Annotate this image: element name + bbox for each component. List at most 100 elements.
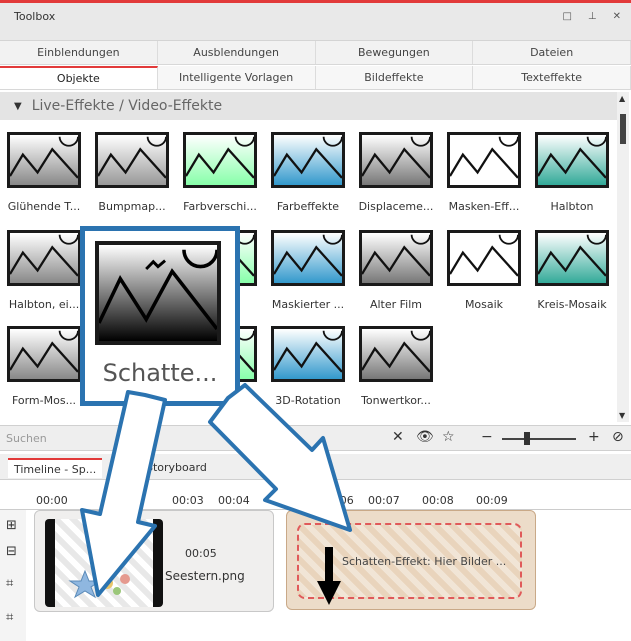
clear-search-icon[interactable]: ✕ bbox=[392, 429, 404, 445]
zoom-slider-track[interactable] bbox=[502, 438, 576, 440]
effect-tile[interactable]: Alter Film bbox=[352, 226, 440, 326]
close-icon[interactable]: ✕ bbox=[613, 11, 621, 22]
timeline-track: 00:05 Seestern.png Schatten-Effekt: Hier… bbox=[26, 510, 631, 641]
ruler-tick: 00:09 bbox=[476, 494, 508, 507]
drag-preview-label: Schatte... bbox=[102, 359, 218, 387]
section-header[interactable]: ▼ Live-Effekte / Video-Effekte bbox=[0, 92, 618, 120]
effect-tile[interactable]: Bumpmap... bbox=[88, 128, 176, 228]
effect-label: Halbton bbox=[550, 200, 594, 213]
effects-scrollbar[interactable]: ▲ ▼ bbox=[617, 92, 629, 422]
zoom-out-icon[interactable]: − bbox=[481, 429, 493, 445]
split-icon[interactable]: ⊟ bbox=[6, 544, 17, 559]
effect-clip[interactable]: Schatten-Effekt: Hier Bilder ... bbox=[286, 510, 536, 610]
toolbox-title: Toolbox bbox=[14, 10, 56, 23]
fit-icon[interactable]: ⌗ bbox=[6, 576, 13, 591]
effect-label: 3D-Rotation bbox=[275, 394, 341, 407]
ruler-tick: 00:00 bbox=[36, 494, 68, 507]
effect-tile[interactable]: Mosaik bbox=[440, 226, 528, 326]
effect-tile[interactable]: Displaceme... bbox=[352, 128, 440, 228]
effect-thumbnail bbox=[359, 230, 433, 286]
ruler-tick: 00:03 bbox=[172, 494, 204, 507]
effect-tile[interactable]: Farbverschi... bbox=[176, 128, 264, 228]
effect-thumbnail bbox=[535, 230, 609, 286]
tab-texteffekte[interactable]: Texteffekte bbox=[473, 66, 631, 89]
scroll-thumb[interactable] bbox=[620, 114, 626, 144]
ruler-tick: 00:08 bbox=[422, 494, 454, 507]
effect-thumbnail bbox=[95, 132, 169, 188]
effect-tile[interactable]: Kreis-Mosaik bbox=[528, 226, 616, 326]
image-clip[interactable]: 00:05 Seestern.png bbox=[34, 510, 274, 612]
zoom-fit-icon[interactable]: ⌗ bbox=[6, 610, 13, 625]
effect-clip-label: Schatten-Effekt: Hier Bilder ... bbox=[342, 555, 507, 568]
effect-label: Mosaik bbox=[464, 298, 504, 311]
tab-einblendungen[interactable]: Einblendungen bbox=[0, 41, 158, 64]
drag-preview-thumbnail bbox=[95, 241, 221, 345]
effect-label: Alter Film bbox=[369, 298, 423, 311]
effect-thumbnail bbox=[183, 132, 257, 188]
effect-thumbnail bbox=[447, 132, 521, 188]
restore-icon[interactable]: □ bbox=[562, 11, 571, 22]
effect-thumbnail bbox=[535, 132, 609, 188]
tab-storyboard[interactable]: Storyboard bbox=[140, 458, 213, 478]
effect-thumbnail bbox=[271, 326, 345, 382]
effect-tile[interactable]: Farbeffekte bbox=[264, 128, 352, 228]
effect-thumbnail bbox=[7, 326, 81, 382]
add-track-icon[interactable]: ⊞ bbox=[6, 518, 17, 533]
tab-dateien[interactable]: Dateien bbox=[473, 41, 631, 64]
effect-tile[interactable]: Tonwertkor... bbox=[352, 322, 440, 422]
star-icon[interactable]: ☆ bbox=[442, 429, 455, 445]
zoom-in-icon[interactable]: + bbox=[588, 429, 600, 445]
pin-icon[interactable]: ⊥ bbox=[588, 11, 597, 22]
effect-thumbnail bbox=[7, 132, 81, 188]
scroll-up-icon[interactable]: ▲ bbox=[619, 94, 625, 103]
effect-label: Bumpmap... bbox=[98, 200, 166, 213]
timeline-ruler[interactable]: 00:00 00:03 00:04 00:06 00:07 00:08 00:0… bbox=[0, 480, 631, 510]
tab-bewegungen[interactable]: Bewegungen bbox=[316, 41, 474, 64]
effect-tile[interactable]: Masken-Eff... bbox=[440, 128, 528, 228]
effect-label: Farbverschi... bbox=[183, 200, 257, 213]
toolbox-titlebar: Toolbox □ ⊥ ✕ bbox=[0, 3, 631, 41]
effect-label: Masken-Eff... bbox=[448, 200, 520, 213]
timeline-tabs: Timeline - Sp... Storyboard bbox=[0, 454, 631, 480]
ruler-tick: 00:04 bbox=[218, 494, 250, 507]
effect-label: Tonwertkor... bbox=[361, 394, 431, 407]
tab-objekte[interactable]: Objekte bbox=[0, 66, 158, 89]
effect-tile[interactable]: Form-Mos... bbox=[0, 322, 88, 422]
scroll-down-icon[interactable]: ▼ bbox=[619, 411, 625, 420]
section-title: Live-Effekte / Video-Effekte bbox=[31, 98, 223, 114]
effect-thumbnail bbox=[271, 230, 345, 286]
effect-tile[interactable]: Halbton bbox=[528, 128, 616, 228]
ruler-tick: 00:06 bbox=[322, 494, 354, 507]
tab-bildeffekte[interactable]: Bildeffekte bbox=[316, 66, 474, 89]
effect-thumbnail bbox=[359, 326, 433, 382]
drag-preview-popup: Schatte... bbox=[80, 226, 240, 406]
reset-zoom-icon[interactable]: ⊘ bbox=[612, 429, 624, 445]
eye-icon[interactable]: 👁 bbox=[416, 429, 434, 445]
caret-down-icon[interactable]: ▼ bbox=[14, 101, 22, 112]
ruler-tick: 00:07 bbox=[368, 494, 400, 507]
effect-label: Displaceme... bbox=[358, 200, 434, 213]
effect-thumbnail bbox=[7, 230, 81, 286]
clip-thumbnail bbox=[45, 519, 163, 607]
effect-tile[interactable]: Glühende T... bbox=[0, 128, 88, 228]
tab-intelligente-vorlagen[interactable]: Intelligente Vorlagen bbox=[158, 66, 316, 89]
zoom-slider-handle[interactable] bbox=[524, 432, 530, 445]
effect-thumbnail bbox=[447, 230, 521, 286]
tabs-row-2: Objekte Intelligente Vorlagen Bildeffekt… bbox=[0, 66, 631, 90]
effect-label: Halbton, ei... bbox=[8, 298, 80, 311]
effect-label: Kreis-Mosaik bbox=[537, 298, 607, 311]
tab-ausblendungen[interactable]: Ausblendungen bbox=[158, 41, 316, 64]
clip-filename: Seestern.png bbox=[165, 569, 245, 583]
effect-tile[interactable]: Halbton, ei... bbox=[0, 226, 88, 326]
effect-tile[interactable]: 3D-Rotation bbox=[264, 322, 352, 422]
effect-label: Farbeffekte bbox=[276, 200, 340, 213]
effect-tile[interactable]: Maskierter ... bbox=[264, 226, 352, 326]
arrow-down-icon bbox=[317, 547, 341, 605]
tabs-row-1: Einblendungen Ausblendungen Bewegungen D… bbox=[0, 41, 631, 65]
search-input[interactable]: Suchen bbox=[6, 432, 47, 445]
search-bar: Suchen ✕ 👁 ☆ − + ⊘ bbox=[0, 425, 631, 451]
timeline-tools: ⊞ ⊟ ⌗ ⌗ bbox=[0, 510, 26, 641]
effect-thumbnail bbox=[271, 132, 345, 188]
clip-duration: 00:05 bbox=[185, 547, 217, 560]
tab-timeline[interactable]: Timeline - Sp... bbox=[8, 458, 103, 478]
